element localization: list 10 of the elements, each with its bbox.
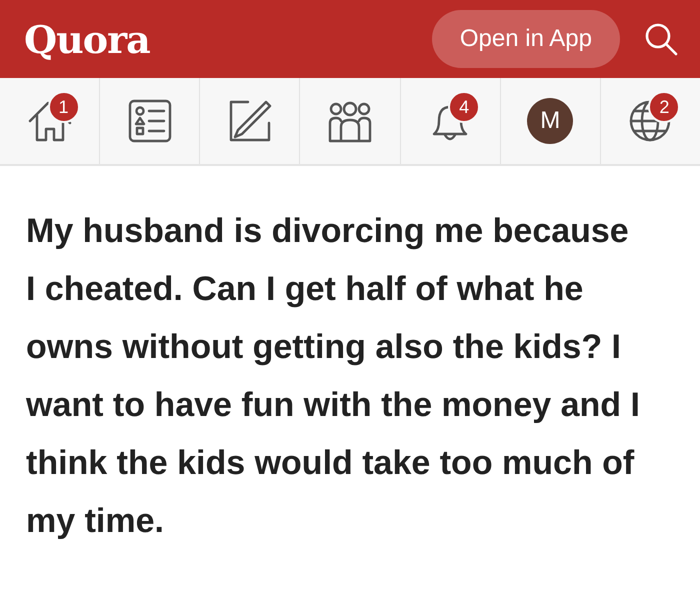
count-badge: 1 [48, 91, 80, 123]
count-badge: 4 [448, 91, 480, 123]
question-text: My husband is divorcing me because I cheated. Can I get half of what he owns without getting also the kids? I want to have fun with the money and I think the kids would take too much of my time. [25, 211, 641, 542]
count-badge: 2 [648, 91, 680, 123]
search-icon[interactable] [644, 22, 678, 56]
people-icon [326, 99, 373, 143]
open-in-app-button[interactable]: Open in App [432, 10, 620, 68]
quora-logo[interactable]: Quora [24, 16, 150, 62]
list-icon [128, 99, 172, 143]
pencil-square-icon [228, 99, 272, 143]
